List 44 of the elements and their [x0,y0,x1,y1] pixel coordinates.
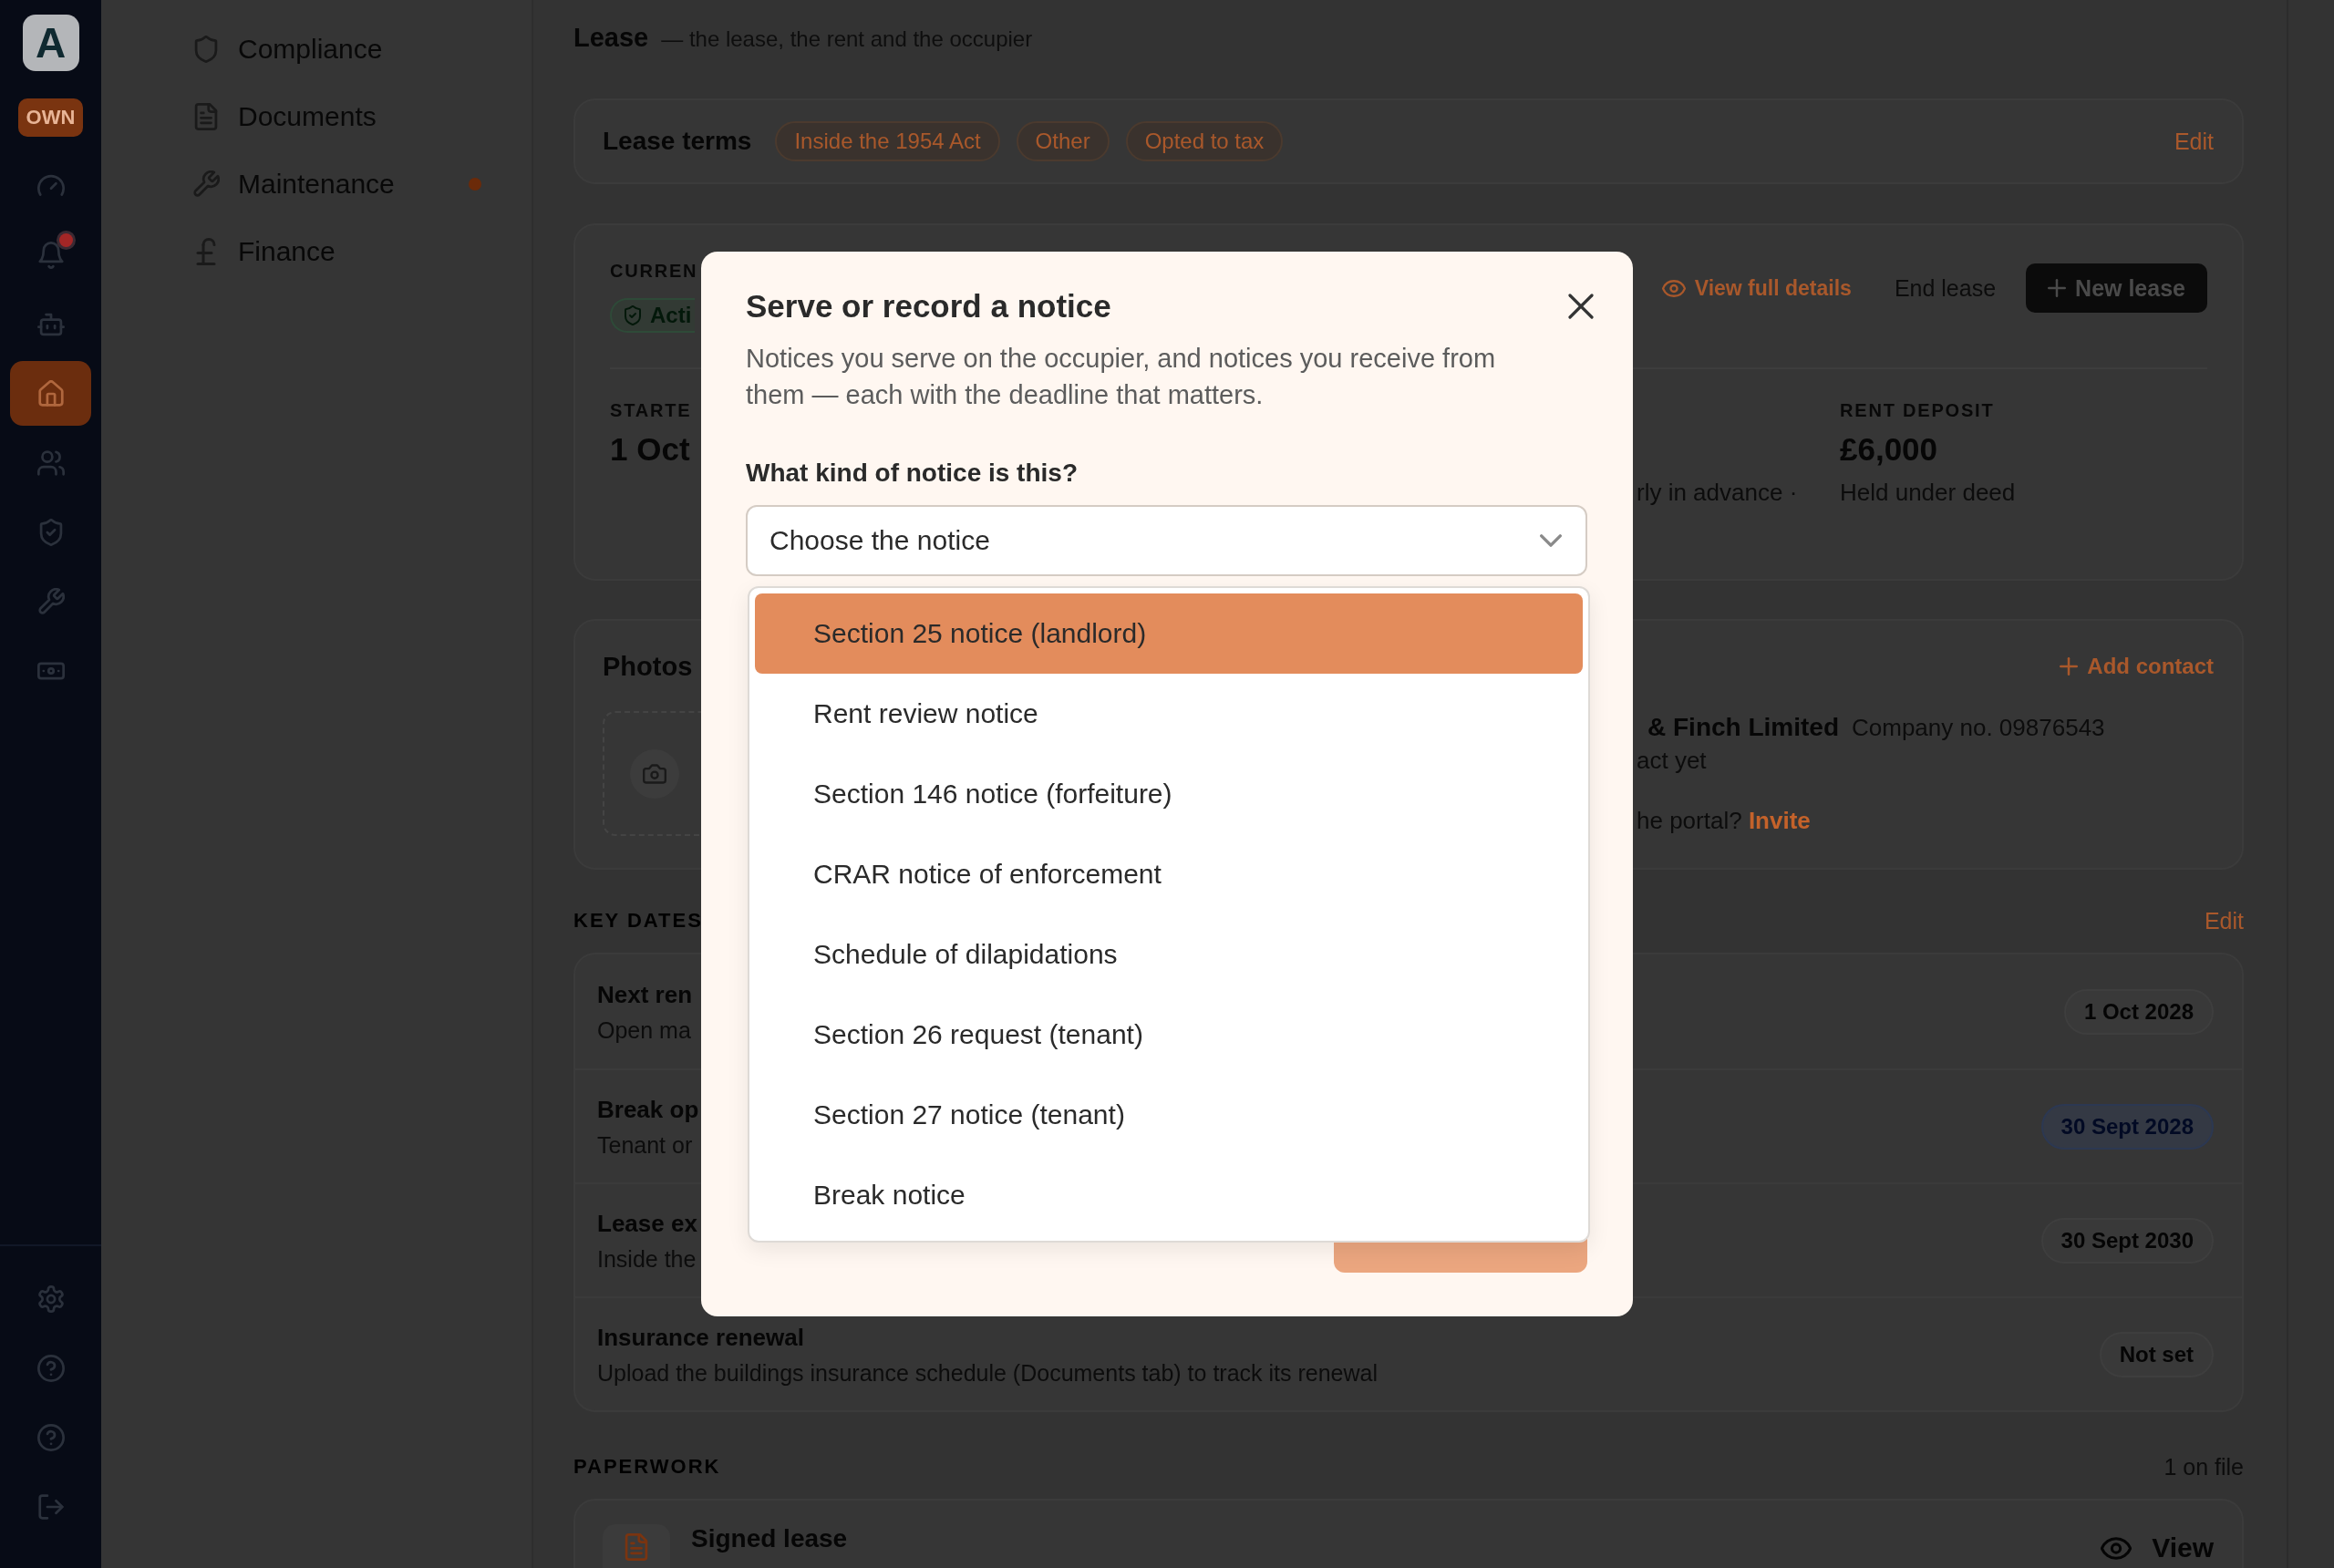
people-icon [36,449,65,477]
lease-term-tag: Inside the 1954 Act [775,121,1000,161]
help-icon [36,1354,65,1382]
photo-upload-area[interactable] [603,711,701,836]
dialog-title: Serve or record a notice [746,287,1111,325]
dialog-description: Notices you serve on the occupier, and notices you receive from them — each with the deadline that matters. [746,343,1497,411]
edit-link[interactable]: Edit [2204,907,2244,934]
dropdown-option[interactable]: Section 27 notice (tenant) [755,1075,1583,1155]
logout-icon [36,1492,65,1521]
dropdown-option[interactable]: Section 146 notice (forfeiture) [755,754,1583,834]
dropdown-option[interactable]: CRAR notice of enforcement [755,834,1583,914]
dropdown-option[interactable]: Rent review notice [755,674,1583,754]
new-lease-button[interactable]: New lease [2026,263,2207,313]
shield-check-icon [623,305,643,325]
eye-icon [2101,1536,2133,1560]
dropdown-option[interactable]: Break notice [755,1155,1583,1235]
dropdown-option[interactable]: Schedule of dilapidations [755,914,1583,995]
select-placeholder: Choose the notice [769,525,990,556]
document-icon [192,103,220,130]
eye-icon [1661,279,1686,297]
help-icon [36,1423,65,1451]
settings-icon [36,1284,65,1313]
wrench-icon [192,170,220,198]
invite-link[interactable]: Invite [1748,807,1811,834]
lease-term-tag: Opted to tax [1125,121,1284,161]
chevron-down-icon [1540,534,1562,547]
dropdown-option[interactable]: Section 26 request (tenant) [755,995,1583,1075]
wrench-icon [36,587,65,615]
bell-icon [36,241,65,269]
view-details-link[interactable]: View full details [1661,275,1852,301]
sidebar-nav-button[interactable] [10,361,91,426]
dropdown-option[interactable]: Section 25 notice (landlord) [755,593,1583,674]
edit-link[interactable]: Edit [2174,128,2214,155]
plus-icon [2048,279,2067,297]
add-contact-link[interactable]: Add contact [2060,652,2214,681]
app-logo[interactable]: A [22,15,79,71]
workspace-badge: OWN [18,98,83,137]
field-label: What kind of notice is this? [746,458,1079,489]
lease-term-tag: Other [1016,121,1110,161]
plus-icon [2060,657,2079,676]
notice-select[interactable]: Choose the notice [746,505,1587,576]
house-icon [36,379,65,407]
shield-icon [192,36,220,63]
close-icon[interactable] [1568,294,1594,319]
